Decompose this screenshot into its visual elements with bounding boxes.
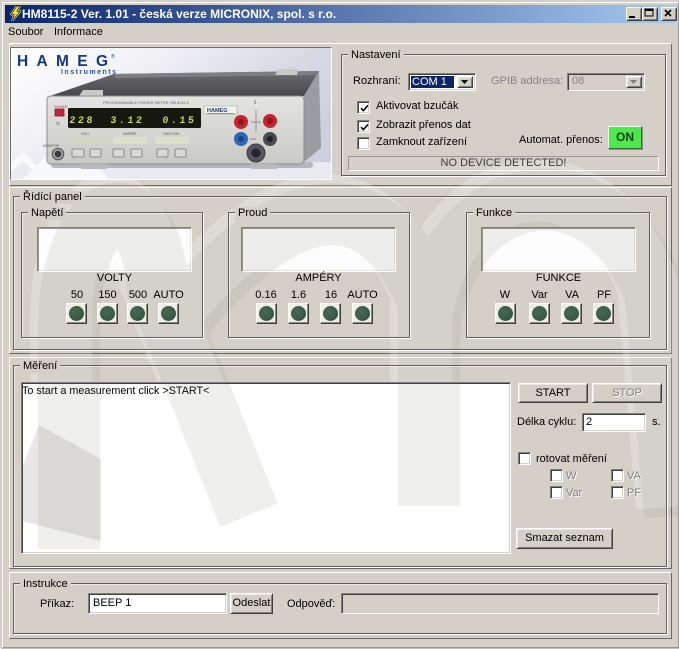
svg-text:↥: ↥ — [253, 100, 257, 106]
svg-text:®: ® — [111, 53, 115, 60]
svg-text:POWER: POWER — [54, 105, 68, 109]
svg-text:3.12: 3.12 — [110, 116, 145, 127]
svg-text:AMPERE: AMPERE — [123, 132, 136, 136]
svg-text:VOLT: VOLT — [81, 132, 89, 136]
svg-text:228: 228 — [69, 116, 96, 127]
svg-text:⊙: ⊙ — [56, 121, 60, 127]
svg-text:FUNCTION: FUNCTION — [163, 132, 180, 136]
svg-text:MONITOR: MONITOR — [43, 144, 59, 148]
svg-text:0.15: 0.15 — [162, 116, 197, 127]
svg-text:PROGRAMMABLE POWER METER HM: PROGRAMMABLE POWER METER HM 8115-2 — [103, 100, 190, 105]
svg-text:Instruments: Instruments — [61, 69, 116, 76]
